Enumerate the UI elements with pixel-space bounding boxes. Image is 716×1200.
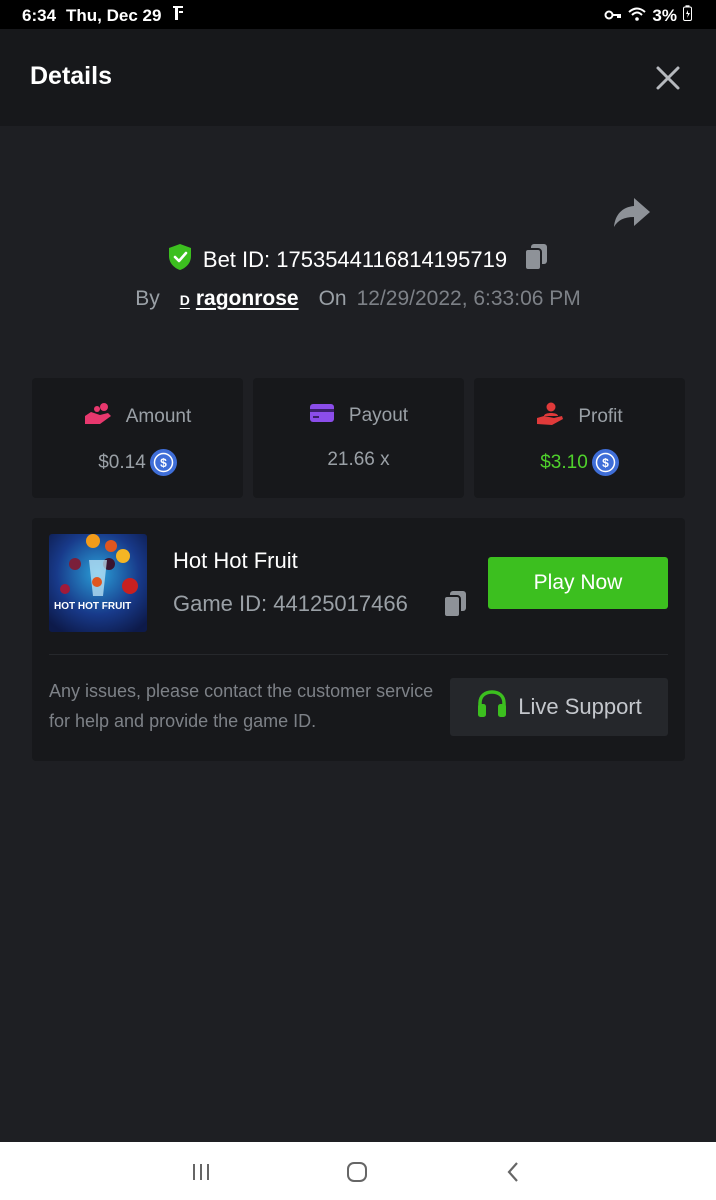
divider <box>49 654 668 655</box>
usdc-coin-icon: $ <box>591 449 619 476</box>
live-support-label: Live Support <box>518 694 642 719</box>
game-panel: HOT HOT FRUIT Hot Hot Fruit Game ID: 441… <box>32 518 685 761</box>
bet-id: Bet ID: 1753544116814195719 <box>202 247 508 272</box>
username: ragonrose <box>195 287 299 310</box>
headset-icon <box>476 689 508 725</box>
usdc-coin-icon: $ <box>149 449 177 476</box>
battery-icon <box>683 5 692 26</box>
payout-card: Payout 21.66 x <box>253 378 464 498</box>
help-text: Any issues, please contact the customer … <box>49 681 434 731</box>
battery-level: 3% <box>652 5 677 25</box>
amount-card: Amount $0.14 $ <box>32 378 243 498</box>
hand-user-icon <box>536 402 564 432</box>
credit-card-icon <box>309 402 335 430</box>
play-now-button[interactable]: Play Now <box>488 557 668 609</box>
copy-icon[interactable] <box>523 243 549 277</box>
profit-value: $3.10 <box>540 451 588 473</box>
svg-text:$: $ <box>602 456 609 470</box>
share-icon[interactable] <box>612 196 652 228</box>
user-avatar-badge: D <box>179 292 190 308</box>
page-title: Details <box>30 62 112 90</box>
by-label: By <box>135 287 160 310</box>
app-notification-icon <box>171 5 185 26</box>
payout-label: Payout <box>348 405 409 426</box>
username-link[interactable]: D ragonrose <box>180 287 299 311</box>
copy-icon[interactable] <box>442 590 468 623</box>
home-icon[interactable] <box>344 1159 370 1185</box>
profit-card: Profit $3.10 $ <box>474 378 685 498</box>
hand-coins-icon <box>84 402 112 432</box>
close-icon[interactable] <box>652 62 684 94</box>
status-bar: 6:34 Thu, Dec 29 3% <box>0 0 716 29</box>
game-thumbnail[interactable]: HOT HOT FRUIT <box>49 534 147 632</box>
live-support-button[interactable]: Live Support <box>450 678 668 736</box>
on-label: On <box>318 287 347 310</box>
svg-text:$: $ <box>160 456 167 470</box>
game-id: Game ID: 44125017466 <box>173 591 408 616</box>
payout-value: 21.66 x <box>327 449 390 470</box>
bet-datetime: 12/29/2022, 6:33:06 PM <box>356 287 581 310</box>
profit-label: Profit <box>578 406 623 427</box>
status-time: 6:34 <box>22 5 57 25</box>
bet-id-row: Bet ID: 1753544116814195719 <box>0 243 716 277</box>
shield-check-icon <box>167 243 193 277</box>
amount-value: $0.14 <box>98 451 146 473</box>
game-name: Hot Hot Fruit <box>173 548 298 573</box>
details-header: Details <box>0 29 716 126</box>
vpn-key-icon <box>604 6 622 26</box>
back-icon[interactable] <box>501 1159 527 1185</box>
bet-meta-row: By D ragonrose On 12/29/2022, 6:33:06 PM <box>0 287 716 311</box>
amount-label: Amount <box>125 406 192 427</box>
thumbnail-title: HOT HOT FRUIT <box>54 601 131 612</box>
status-date: Thu, Dec 29 <box>66 5 162 25</box>
recent-apps-icon[interactable] <box>188 1159 214 1185</box>
wifi-icon <box>628 6 647 26</box>
bet-stats: Amount $0.14 $ Payout 21.66 x Profit $3. <box>32 378 685 498</box>
system-nav-bar <box>0 1142 716 1200</box>
